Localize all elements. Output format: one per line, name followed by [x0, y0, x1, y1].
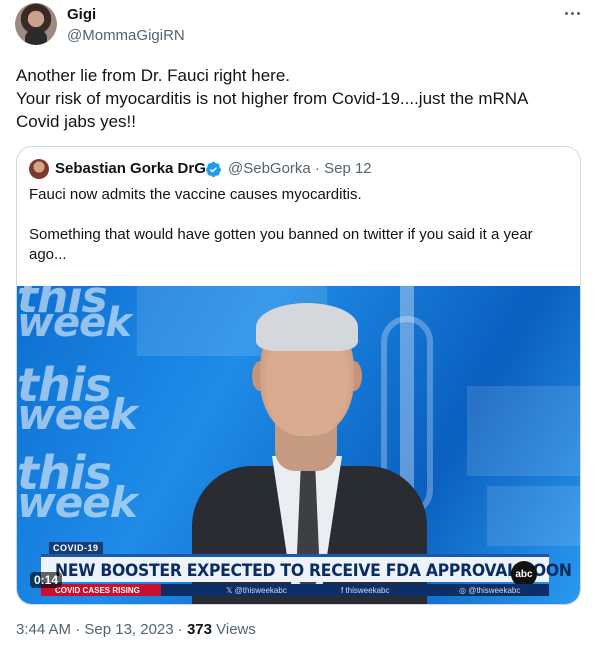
tweet-timestamp[interactable]: 3:44 AM · Sep 13, 2023 · [16, 621, 187, 638]
headline-banner: NEW BOOSTER EXPECTED TO RECEIVE FDA APPR… [41, 554, 572, 587]
ticker-social: f thisweekabc [341, 585, 390, 595]
news-ticker: COVID CASES RISING 𝕏 @thisweekabc f this… [41, 584, 549, 596]
video-player[interactable]: this week this week this week COVID-19 N… [17, 286, 580, 604]
tweet-meta: 3:44 AM · Sep 13, 2023 · 373 Views [16, 621, 256, 638]
quote-text: Fauci now admits the vaccine causes myoc… [29, 185, 574, 285]
quoted-tweet[interactable]: Sebastian Gorka DrG @SebGorka · Sep 12 F… [16, 146, 581, 605]
more-icon[interactable] [560, 6, 584, 20]
quote-author-name[interactable]: Sebastian Gorka DrG [55, 160, 206, 177]
quote-handle-date[interactable]: @SebGorka · Sep 12 [228, 160, 372, 177]
views-count: 373 [186, 621, 212, 638]
bg-word: week [17, 300, 132, 346]
covid-tag: COVID-19 [49, 542, 103, 554]
quote-avatar[interactable] [29, 159, 49, 179]
bg-word: week [17, 390, 138, 439]
tweet-line: Your risk of myocarditis is not higher f… [16, 89, 529, 108]
author-handle[interactable]: @MommaGigiRN [67, 27, 185, 44]
avatar[interactable] [15, 3, 57, 45]
bg-panel [487, 486, 580, 546]
views-label: Views [211, 621, 256, 638]
tweet: Gigi @MommaGigiRN Another lie from Dr. F… [0, 0, 603, 647]
news-lower-third: COVID-19 NEW BOOSTER EXPECTED TO RECEIVE… [41, 540, 572, 596]
ticker-social: ◎ @thisweekabc [459, 585, 521, 595]
bg-word: week [17, 478, 138, 527]
author-name[interactable]: Gigi [67, 6, 96, 23]
tweet-text: Another lie from Dr. Fauci right here. Y… [16, 64, 576, 133]
quote-text-line: Something that would have gotten you ban… [29, 226, 533, 263]
verified-icon [206, 161, 221, 178]
headline-text: NEW BOOSTER EXPECTED TO RECEIVE FDA APPR… [55, 561, 572, 581]
video-duration: 0:14 [30, 572, 63, 588]
quote-text-line: Fauci now admits the vaccine causes myoc… [29, 186, 362, 203]
tweet-line: Covid jabs yes!! [16, 112, 136, 131]
ticker-social: 𝕏 @thisweekabc [226, 585, 287, 595]
tweet-line: Another lie from Dr. Fauci right here. [16, 66, 291, 85]
bg-panel [467, 386, 580, 476]
